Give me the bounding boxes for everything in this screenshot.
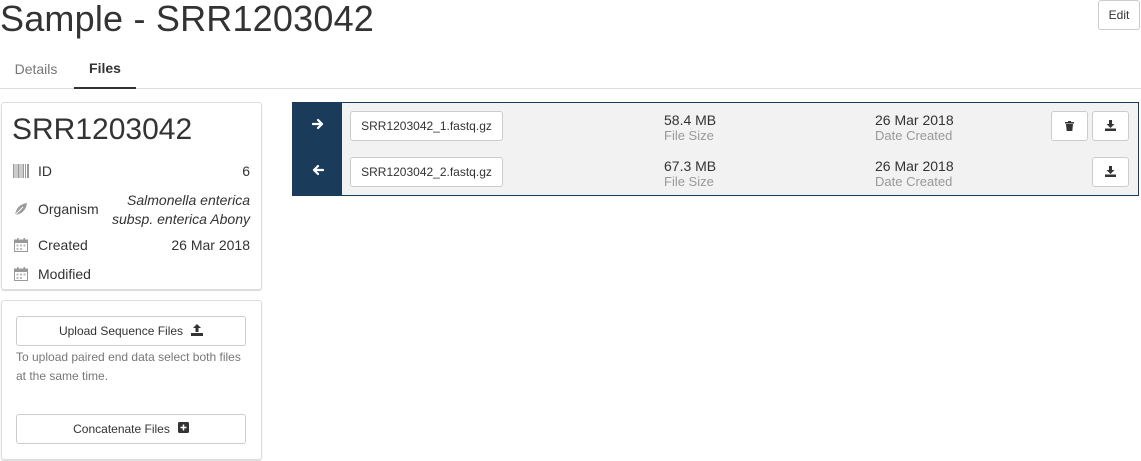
organism-label: Organism <box>38 201 99 217</box>
upload-button-label: Upload Sequence Files <box>58 324 184 338</box>
direction-cell <box>293 149 342 195</box>
arrow-right-icon <box>311 117 324 135</box>
delete-file-button[interactable] <box>1051 111 1088 141</box>
organism-value-line2: subsp. enterica Abony <box>111 211 250 227</box>
organism-value: Salmonella enterica subsp. enterica Abon… <box>100 191 250 229</box>
arrow-left-icon <box>312 163 324 181</box>
file-size-value: 67.3 MB <box>664 158 717 174</box>
file-row: SRR1203042_1.fastq.gz 58.4 MB File Size … <box>293 103 1138 149</box>
sequence-files-table: SRR1203042_1.fastq.gz 58.4 MB File Size … <box>292 102 1139 196</box>
concatenate-button-label: Concatenate Files <box>73 422 170 436</box>
page-title: Sample - SRR1203042 <box>0 0 375 39</box>
modified-label: Modified <box>38 266 91 282</box>
created-value: 26 Mar 2018 <box>171 237 250 253</box>
tab-files[interactable]: Files <box>74 48 136 89</box>
file-date-label: Date Created <box>875 128 953 143</box>
sample-info-panel: SRR1203042 ID 6 Organism Salmonella ente… <box>1 102 262 290</box>
upload-panel: Upload Sequence Files To upload paired e… <box>1 300 262 460</box>
prop-row-id: ID 6 <box>2 163 261 183</box>
file-date-value: 26 Mar 2018 <box>875 158 954 174</box>
created-label: Created <box>38 237 88 253</box>
download-file-button[interactable] <box>1092 111 1129 141</box>
prop-row-organism: Organism Salmonella enterica subsp. ente… <box>2 191 261 231</box>
file-date: 26 Mar 2018 Date Created <box>875 112 954 143</box>
upload-sequence-files-button[interactable]: Upload Sequence Files <box>16 316 246 346</box>
plus-square-icon <box>177 422 189 436</box>
direction-cell <box>293 103 342 149</box>
edit-button[interactable]: Edit <box>1098 0 1140 30</box>
file-size-label: File Size <box>664 174 714 189</box>
concatenate-files-button[interactable]: Concatenate Files <box>16 414 246 444</box>
file-date-label: Date Created <box>875 174 953 189</box>
barcode-icon <box>13 163 29 179</box>
calendar-icon <box>13 266 29 282</box>
prop-row-created: Created 26 Mar 2018 <box>2 237 261 257</box>
organism-value-line1: Salmonella enterica <box>127 192 250 208</box>
download-icon <box>1105 165 1116 180</box>
file-date-value: 26 Mar 2018 <box>875 112 954 128</box>
file-size-label: File Size <box>664 128 714 143</box>
tab-details[interactable]: Details <box>0 48 72 89</box>
file-date: 26 Mar 2018 Date Created <box>875 158 954 189</box>
trash-icon <box>1065 119 1074 134</box>
upload-help-text: To upload paired end data select both fi… <box>16 350 241 383</box>
file-size: 67.3 MB File Size <box>664 158 716 189</box>
file-size: 58.4 MB File Size <box>664 112 716 143</box>
prop-row-modified: Modified <box>2 266 261 286</box>
leaf-icon <box>13 201 29 217</box>
id-label: ID <box>38 163 52 179</box>
id-value: 6 <box>242 163 250 179</box>
sample-name: SRR1203042 <box>12 113 193 146</box>
upload-icon <box>191 323 204 339</box>
file-row: SRR1203042_2.fastq.gz 67.3 MB File Size … <box>293 149 1138 195</box>
download-file-button[interactable] <box>1092 157 1129 187</box>
tab-bar: Details Files <box>0 48 1141 89</box>
file-name-button[interactable]: SRR1203042_2.fastq.gz <box>350 157 503 187</box>
calendar-icon <box>13 237 29 253</box>
download-icon <box>1105 119 1116 134</box>
file-name-button[interactable]: SRR1203042_1.fastq.gz <box>350 111 503 141</box>
file-size-value: 58.4 MB <box>664 112 717 128</box>
